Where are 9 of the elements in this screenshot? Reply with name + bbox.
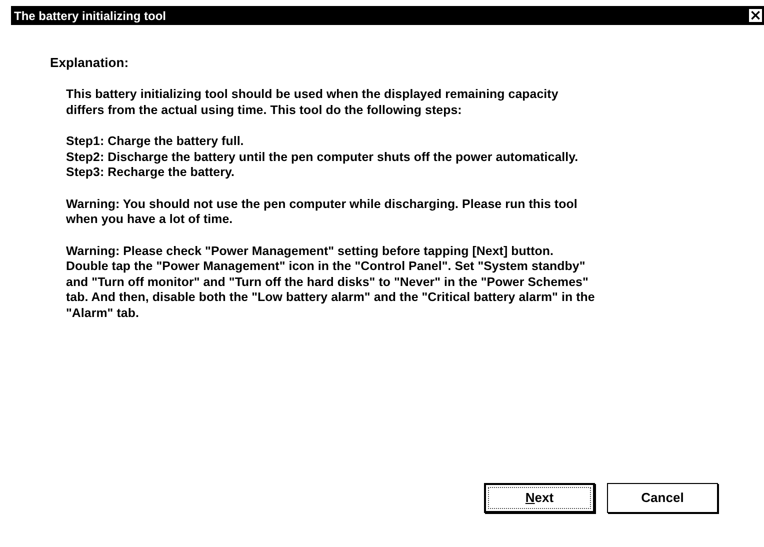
dialog-button[interactable]: Cancel: [607, 483, 718, 513]
paragraph: Warning: Please check "Power Management" setting before tapping [Next] button. Double tap the "Power Management" icon in the "Control Panel". Set "System standby" and "Turn off monitor" and "Turn off the hard disks" to "Never" in the "Power Schemes" tab. And then, disable both the "Low battery alarm" and the "Critical battery alarm" in the "Alarm" tab.: [66, 244, 596, 321]
close-button[interactable]: ×: [748, 8, 763, 23]
heading: Explanation:: [50, 55, 130, 70]
paragraph: Warning: You should not use the pen computer while discharging. Please run this tool when you have a lot of time.: [66, 196, 578, 228]
window-title: The battery initializing tool: [14, 8, 166, 22]
paragraph: Step1: Charge the battery full. Step2: Discharge the battery until the pen computer shuts off the power automatically. Step3: Recharge the battery.: [66, 134, 580, 180]
dialog-button[interactable]: Next: [484, 483, 595, 513]
paragraph: This battery initializing tool should be used when the displayed remaining capacity differs from the actual using time. This tool do the following steps:: [66, 87, 560, 118]
